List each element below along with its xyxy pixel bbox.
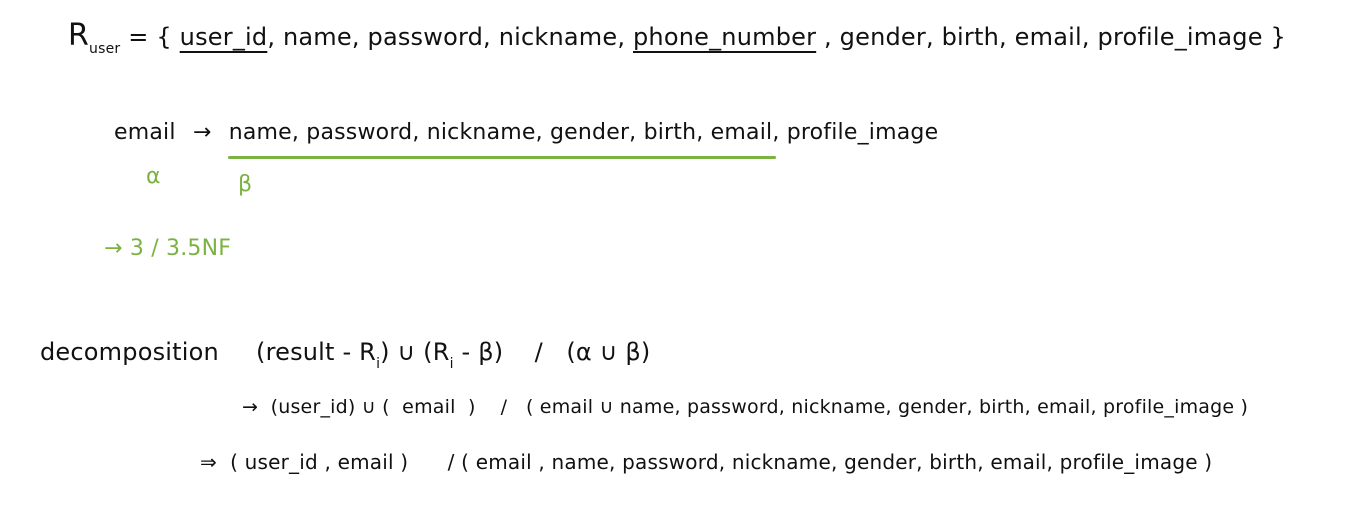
decomposition-step2: ⇒ ( user_id , email ) / ( email , name, …: [200, 450, 1213, 474]
formula-sub1: i: [376, 355, 381, 372]
fd-rhs-underline: [228, 156, 776, 159]
candidate-key-phone-number: phone_number: [633, 23, 817, 51]
relation-name: R: [68, 18, 90, 53]
relation-attrs-part1: , name, password, nickname,: [267, 23, 633, 51]
formula-part3: - β) / (α ∪ β): [453, 338, 651, 366]
relation-definition: Ruser = { user_id, name, password, nickn…: [68, 18, 1286, 57]
decomposition-formula: (result - Ri) ∪ (Ri - β) / (α ∪ β): [256, 338, 651, 372]
relation-prefix: = {: [120, 23, 172, 51]
beta-label: β: [238, 172, 253, 197]
normal-form-note: → 3 / 3.5NF: [104, 236, 232, 261]
formula-part1: (result - R: [256, 338, 377, 366]
relation-attrs-rest: , gender, birth, email, profile_image }: [816, 23, 1286, 51]
fd-rhs: name, password, nickname, gender, birth,…: [228, 120, 939, 145]
formula-sub2: i: [449, 355, 454, 372]
decomposition-label: decomposition: [40, 338, 219, 366]
formula-part2: ) ∪ (R: [380, 338, 450, 366]
fd-arrow: →: [192, 120, 212, 145]
decomposition-step1: → (user_id) ∪ ( email ) / ( email ∪ name…: [242, 396, 1249, 418]
functional-dependency: email → name, password, nickname, gender…: [114, 120, 938, 145]
fd-lhs: email: [114, 120, 176, 145]
alpha-label: α: [146, 164, 161, 189]
primary-key-user-id: user_id: [179, 23, 268, 51]
relation-subscript: user: [89, 40, 121, 57]
